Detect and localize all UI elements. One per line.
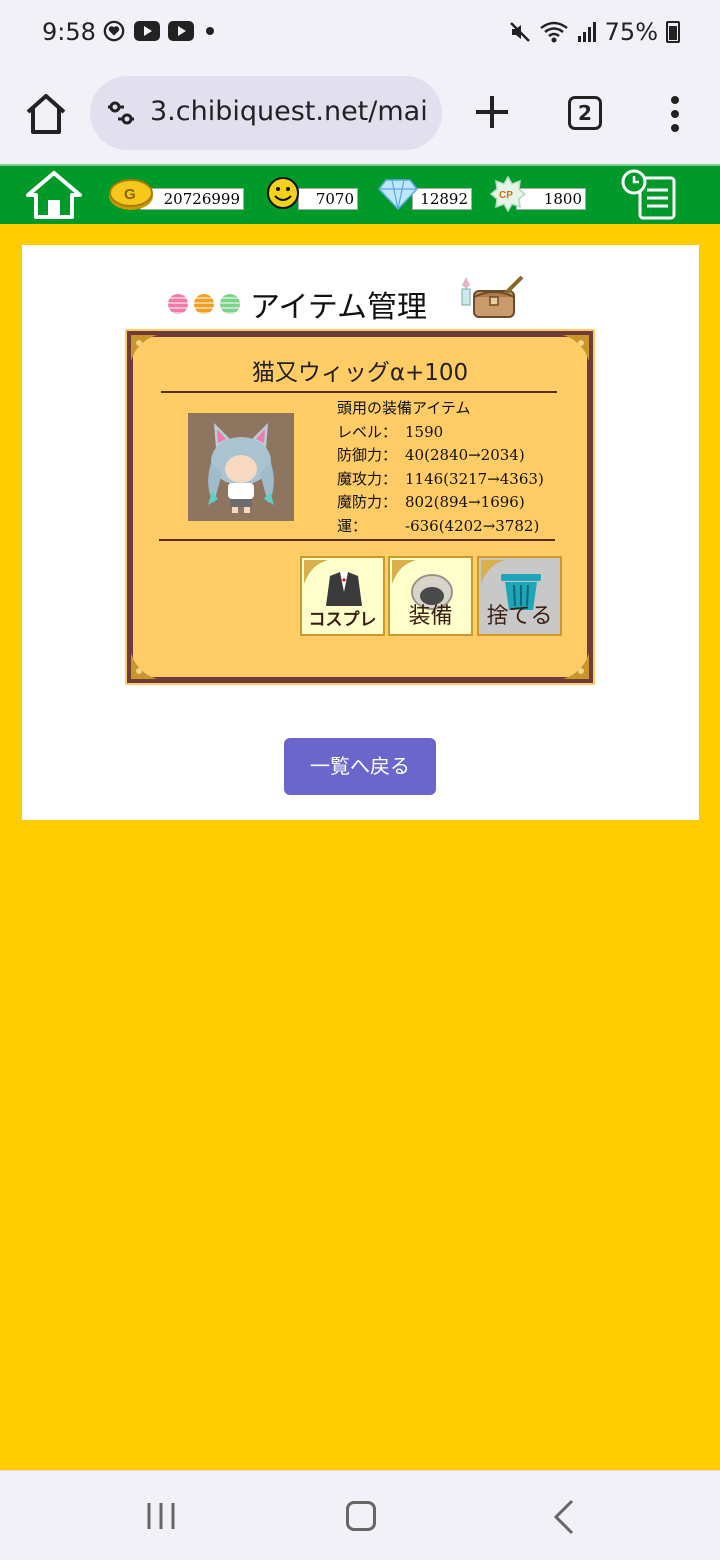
battery-percent: 75% [604,18,658,46]
battery-icon [666,21,680,43]
smile-stat: 7070 [266,177,358,212]
stat-row: 運： -636(4202→3782) [337,516,540,535]
green-macaron-icon [220,294,240,314]
pink-macaron-icon [168,294,188,314]
stat-row: 魔防力： 802(894→1696) [337,493,525,511]
corner-ornament-icon [563,653,589,679]
divider [159,539,555,541]
diamond-value: 12892 [412,188,472,210]
browser-home-icon[interactable] [22,90,70,138]
cp-stat: 1800 CP [490,176,586,212]
svg-text:G: G [124,186,136,203]
equip-button[interactable]: 装備 [388,556,473,636]
game-home-icon[interactable] [22,168,86,222]
item-name: 猫又ウィッグα+100 [251,360,469,386]
diamond-stat: 12892 [378,178,472,212]
wifi-icon [539,21,568,43]
corner-ornament-icon [131,653,157,679]
orange-macaron-icon [194,294,214,314]
cp-badge-icon: CP [490,176,526,212]
recent-apps-icon[interactable] [146,1501,176,1531]
system-navigation-bar [0,1470,720,1560]
mute-icon [509,22,530,42]
tab-switcher-button[interactable]: 2 [568,96,602,130]
notification-icons [102,20,214,42]
smiley-icon [267,177,299,209]
svg-text:CP: CP [499,190,513,201]
address-bar[interactable]: 3.chibiquest.net/mai [90,76,442,150]
item-category: 頭用の装備アイテム [337,399,471,417]
url-text[interactable]: 3.chibiquest.net/mai [150,96,430,127]
discard-label: 捨てる [486,604,553,629]
new-tab-icon[interactable] [472,92,512,132]
smile-value: 7070 [298,188,358,210]
cat-wig-character-icon [208,423,274,513]
diamond-icon [378,179,418,210]
site-settings-icon[interactable] [106,98,136,128]
divider [161,391,557,393]
schedule-log-icon[interactable] [620,168,680,222]
back-to-list-button[interactable]: 一覧へ戻る [284,738,436,795]
more-menu-icon[interactable] [670,94,680,134]
item-card: 猫又ウィッグα+100 頭用の装備アイテム レベル： 1590 防御力： 40(28… [127,331,593,683]
stat-row: 魔攻力： 1146(3217→4363) [337,469,544,488]
browser-toolbar: 3.chibiquest.net/mai 2 [0,68,720,164]
cosplay-label: コスプレ [308,610,377,630]
game-header: 20726999 G 7070 12892 1800 CP [0,164,720,224]
page-title: アイテム管理 [250,290,427,325]
more-notifications-dot-icon [206,27,214,35]
system-status: 75% [509,18,680,46]
suit-icon [326,572,362,606]
gold-coin-icon: G [109,179,153,210]
status-bar: 9:58 75% [0,0,720,68]
item-stats: 頭用の装備アイテム レベル： 1590 防御力： 40(2840→2034) 魔攻力… [337,397,544,538]
stat-row: レベル： 1590 [337,422,444,441]
cp-value: 1800 [516,188,586,210]
signal-icon [577,22,596,42]
page-title-row: アイテム管理 [168,281,427,327]
system-home-icon[interactable] [346,1501,376,1531]
item-bag-decoration-icon [461,275,524,318]
youtube-icon [168,21,194,41]
equip-label: 装備 [408,604,453,629]
discard-button[interactable]: 捨てる [477,556,562,636]
system-back-icon[interactable] [552,1499,576,1535]
cosplay-button[interactable]: コスプレ [300,556,385,636]
heart-badge-icon [103,20,125,42]
status-time: 9:58 [42,18,96,46]
stat-row: 防御力： 40(2840→2034) [337,446,525,464]
item-management-panel: アイテム管理 猫又ウィッグα+100 頭用の装備アイテム レベル： 1590 防… [22,245,699,820]
youtube-icon [134,21,160,41]
item-preview-image [188,413,294,521]
gold-stat: 20726999 G [108,178,244,212]
